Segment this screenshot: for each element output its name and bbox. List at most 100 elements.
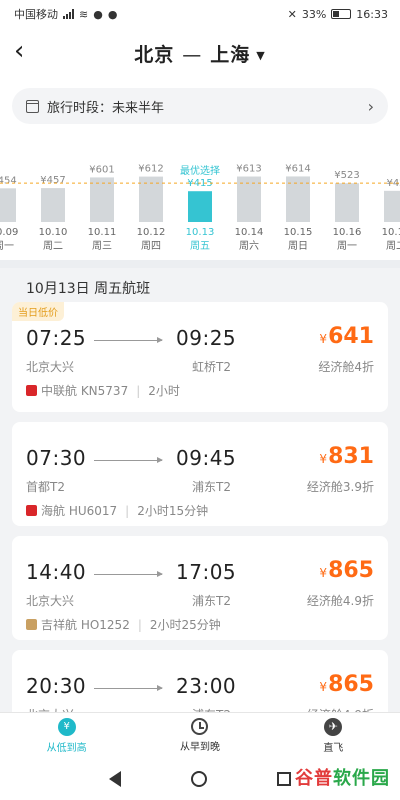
price-label: ¥612 — [138, 164, 163, 175]
flight-card[interactable]: 07:30 09:45 首都T2 浦东T2 ¥831 经济舱3.9折 海航 HU6017 | 2… — [12, 422, 388, 526]
arrival-time: 23:00 — [176, 674, 237, 698]
clock-time: 16:33 — [356, 7, 388, 21]
period-section: 旅行时段： 未来半年 › — [0, 78, 400, 138]
flight-duration: 2小时 — [148, 384, 180, 398]
weekday-label: 周日 — [288, 240, 308, 252]
airline-flight-number: 吉祥航 HO1252 — [41, 618, 130, 632]
clock-icon — [191, 718, 209, 735]
tab-label: 从低到高 — [46, 742, 87, 754]
price-label: ¥613 — [236, 164, 261, 175]
departure-time: 14:40 — [26, 560, 87, 584]
period-value: 未来半年 — [112, 100, 165, 116]
wechat-icon: ● — [107, 7, 118, 21]
weekday-label: 周三 — [92, 240, 112, 252]
airline-logo-icon — [26, 505, 37, 516]
flight-duration: 2小时15分钟 — [137, 504, 209, 518]
calendar-icon — [26, 99, 39, 113]
price-bar[interactable] — [335, 183, 359, 222]
date-label: 10.16 — [333, 227, 362, 238]
departure-time: 07:30 — [26, 446, 87, 470]
price-chart-svg: ¥454 10.09 周一 ¥457 10.10 周二 ¥601 10.11 周三 ¥612 10.… — [0, 163, 400, 252]
departure-airport: 首都T2 — [26, 480, 65, 494]
wifi-icon: ≋ — [79, 7, 89, 21]
arrival-time: 09:25 — [176, 326, 237, 350]
departure-time: 07:25 — [26, 326, 87, 350]
weekday-label: 周六 — [239, 240, 259, 252]
mute-icon: ✕ — [287, 7, 297, 21]
currency-symbol: ¥ — [319, 452, 328, 466]
price-bar[interactable] — [384, 190, 400, 222]
weekday-label: 周五 — [190, 240, 210, 252]
status-bar: 中国移动 ≋ ● ● ✕ 33% 16:33 — [0, 0, 400, 28]
nav-recents-icon[interactable] — [277, 772, 291, 786]
tab-price-low-high[interactable]: ¥ 从低到高 — [0, 713, 133, 758]
tab-early-late[interactable]: 从早到晚 — [133, 713, 266, 758]
section-divider — [0, 260, 400, 268]
cabin-class: 经济舱4.9折 — [306, 594, 374, 608]
date-label: 10.15 — [284, 227, 313, 238]
date-label: 10.11 — [88, 227, 117, 238]
route-arrow: — — [182, 44, 203, 66]
weekday-label: 周二 — [43, 240, 63, 252]
header: ‹ 北京 — 上海 ▼ — [0, 28, 400, 78]
status-left: 中国移动 ≋ ● ● — [14, 6, 117, 22]
yen-icon: ¥ — [57, 717, 76, 736]
price-label: ¥457 — [40, 175, 65, 186]
carrier-name: 中国移动 — [14, 8, 58, 21]
price-value: 865 — [328, 558, 374, 583]
date-label: 10.12 — [137, 227, 166, 238]
weekday-label: 周一 — [337, 240, 357, 252]
currency-symbol: ¥ — [319, 566, 328, 580]
watermark-part2: 软件园 — [333, 768, 390, 789]
price-value: 831 — [328, 444, 374, 469]
date-label: 10.14 — [235, 227, 264, 238]
departure-airport: 北京大兴 — [26, 360, 75, 374]
watermark: 谷普软件园 — [295, 764, 390, 790]
flight-card[interactable]: 当日低价 07:25 09:25 北京大兴 虹桥T2 ¥641 经济舱4折 中联航 KN573… — [12, 302, 388, 412]
price-value: 641 — [328, 324, 374, 349]
separator: | — [136, 383, 141, 398]
flight-card[interactable]: 14:40 17:05 北京大兴 浦东T2 ¥865 经济舱4.9折 吉祥航 HO1252 |… — [12, 536, 388, 640]
price-label: ¥614 — [285, 163, 310, 174]
route-line — [94, 685, 163, 691]
currency-symbol: ¥ — [319, 332, 328, 346]
nav-back-icon[interactable] — [109, 771, 121, 787]
price-label: ¥523 — [334, 170, 359, 181]
travel-period-selector[interactable]: 旅行时段： 未来半年 › — [12, 88, 388, 124]
plane-icon: ✈ — [324, 717, 343, 736]
separator: | — [125, 503, 130, 518]
period-label: 旅行时段： — [47, 100, 113, 116]
battery-icon — [331, 9, 352, 19]
airline-flight-number: 中联航 KN5737 — [41, 384, 129, 398]
flight-price: ¥865 — [319, 558, 374, 583]
price-label: ¥601 — [89, 164, 114, 175]
nav-home-icon[interactable] — [191, 771, 207, 787]
flight-price: ¥865 — [319, 672, 374, 697]
date-label: 10.09 — [0, 227, 18, 238]
price-value: 865 — [328, 672, 374, 697]
currency-symbol: ¥ — [319, 680, 328, 694]
departure-time: 20:30 — [26, 674, 87, 698]
airline-logo-icon — [26, 619, 37, 630]
price-bar[interactable] — [0, 188, 16, 222]
price-bar[interactable] — [41, 188, 65, 222]
route-selector[interactable]: 北京 — 上海 ▼ — [0, 40, 400, 67]
weekday-label: 周二 — [386, 240, 400, 252]
signal-icon — [63, 9, 74, 19]
cabin-class: 经济舱4折 — [318, 360, 374, 374]
arrival-airport: 浦东T2 — [192, 480, 231, 494]
watermark-part1: 谷普 — [295, 768, 333, 789]
arrival-time: 17:05 — [176, 560, 237, 584]
departure-airport: 北京大兴 — [26, 594, 75, 608]
airline-info: 海航 HU6017 | 2小时15分钟 — [26, 502, 208, 519]
price-bar[interactable] — [90, 177, 114, 222]
caret-down-icon[interactable]: ▼ — [256, 49, 265, 62]
weekday-label: 周一 — [0, 240, 14, 252]
tab-direct[interactable]: ✈ 直飞 — [267, 713, 400, 758]
battery-percent: 33% — [301, 7, 327, 21]
price-bar[interactable] — [188, 191, 212, 222]
separator: | — [137, 617, 142, 632]
price-calendar-chart[interactable]: ¥454 10.09 周一 ¥457 10.10 周二 ¥601 10.11 周三 ¥612 10.… — [0, 138, 400, 260]
route-line — [94, 457, 163, 463]
destination-city: 上海 — [210, 44, 251, 66]
